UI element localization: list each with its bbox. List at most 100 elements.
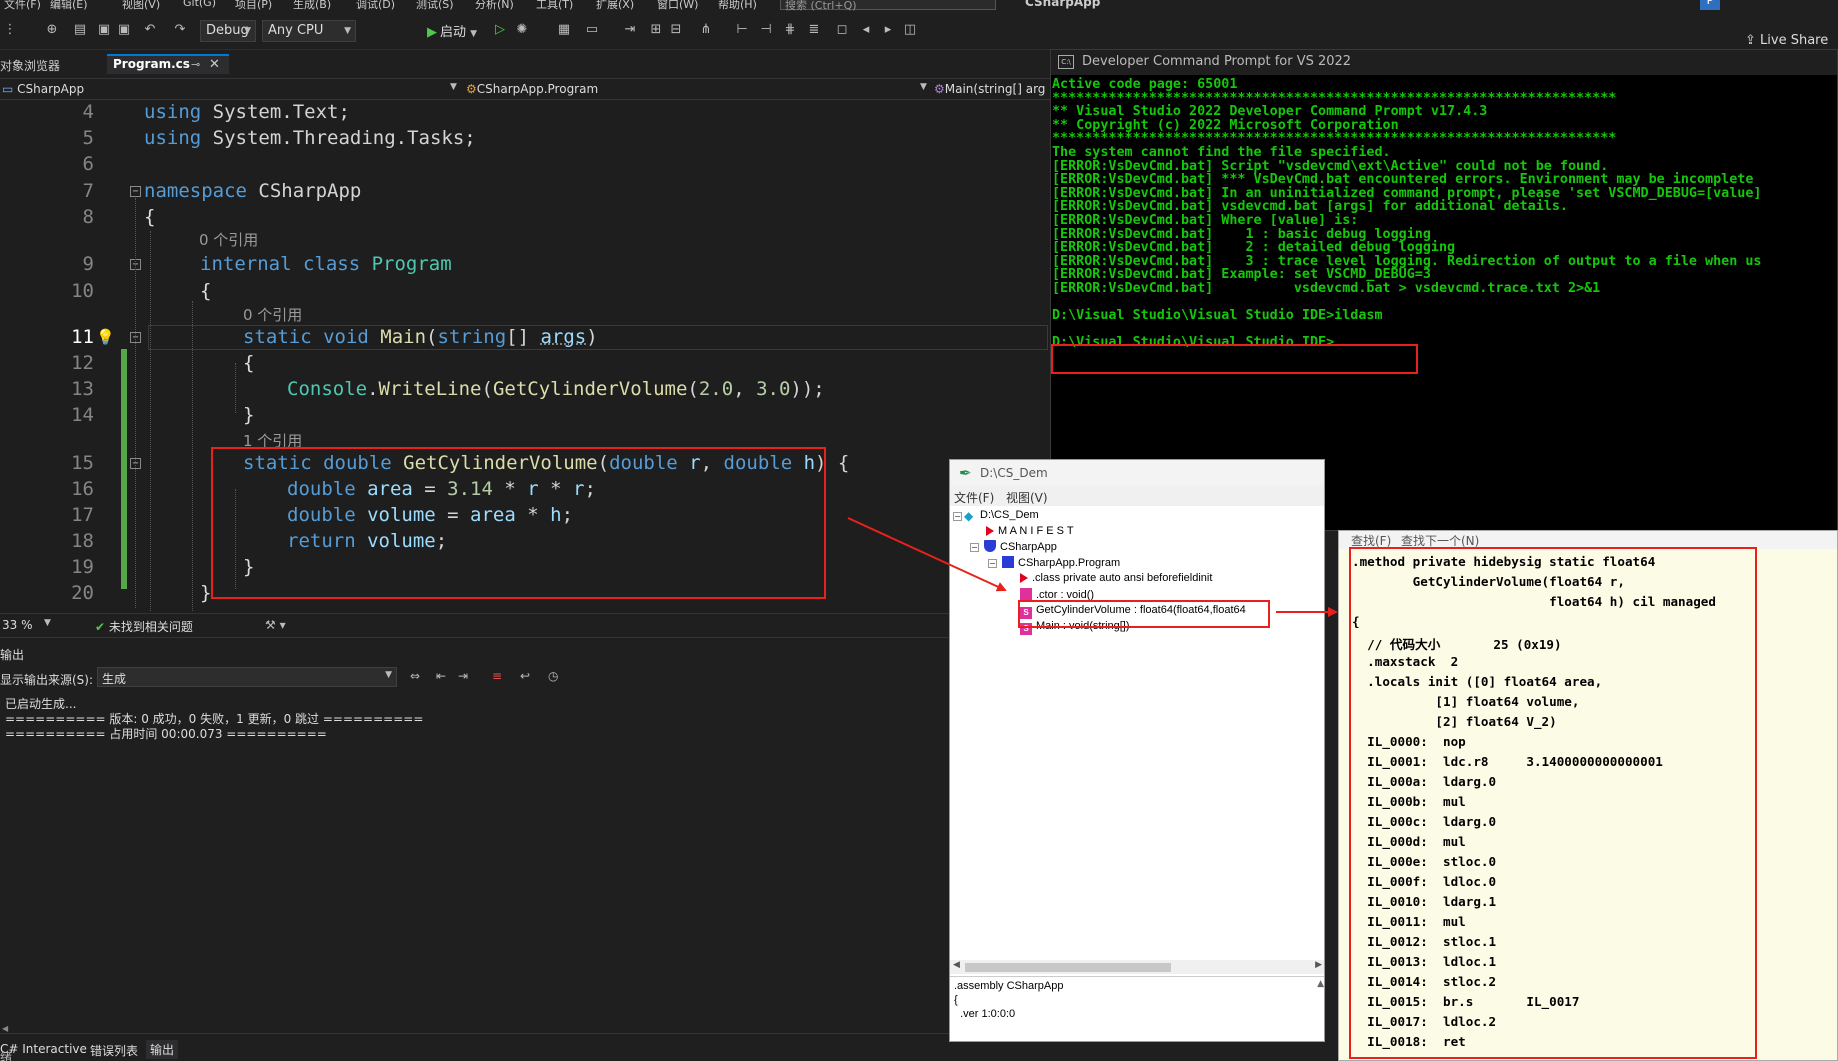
ildasm-info-pane[interactable]: .assembly CSharpApp { .ver 1:0:0:0 ▲ [950,976,1324,1041]
tab-object-browser[interactable]: 对象浏览器 [0,57,60,74]
tab-output[interactable]: 输出 [146,1040,179,1059]
find-message-icon[interactable]: ⇔ [410,669,420,683]
issues-indicator[interactable]: ✔ 未找到相关问题 [95,618,193,635]
menu-git[interactable]: Git(G) [183,0,216,9]
ildasm-tree-view[interactable]: − ◆ D:\CS_Dem M A N I F E S T − CSharpApp… [950,506,1324,960]
menu-debug[interactable]: 调试(D) [356,0,395,12]
menu-analyze[interactable]: 分析(N) [475,0,514,12]
bookmark-prev-icon[interactable]: ◂ [858,22,874,38]
new-project-icon[interactable]: ⊕ [44,22,60,38]
menu-project[interactable]: 项目(P) [235,0,272,12]
redo-icon[interactable]: ↷ [172,22,188,38]
chevron-down-icon: ▼ [450,82,457,92]
lightbulb-icon[interactable]: 💡 [96,328,115,346]
menu-help[interactable]: 帮助(H) [718,0,757,12]
ildasm-horizontal-scrollbar[interactable]: ◀ ▶ [950,960,1324,974]
menu-build[interactable]: 生成(B) [293,0,331,12]
browser-link-icon[interactable]: ▦ [556,22,572,38]
project-dropdown[interactable]: ▭ CSharpApp [2,82,84,96]
menu-tools[interactable]: 工具(T) [536,0,573,12]
indent-guide [150,231,151,611]
zoom-level[interactable]: 33 % [2,618,33,632]
bookmark-clear-icon[interactable]: ◫ [902,22,918,38]
tree-item-manifest[interactable]: M A N I F E S T [986,525,1074,537]
tree-collapse-toggle[interactable]: − [953,512,962,521]
ildasm-menu-file[interactable]: 文件(F) [954,489,994,506]
diagram2-icon[interactable]: ⊟ [668,22,684,38]
indent-icon[interactable]: ⊣ [758,22,774,38]
diagram-icon[interactable]: ⊞ [648,22,664,38]
tree-item-root[interactable]: ◆ D:\CS_Dem [964,509,1039,523]
member-dropdown[interactable]: ⚙Main(string[] arg [934,82,1045,96]
code-line-5: using System.Threading.Tasks; [144,127,476,149]
bookmark-icon[interactable]: ◻ [834,22,850,38]
output-source-dropdown[interactable]: 生成 ▼ [97,667,397,687]
tree-item-namespace[interactable]: CSharpApp [984,540,1057,553]
platform-dropdown[interactable]: Any CPU ▼ [262,20,356,42]
line-number: 10 [71,280,94,302]
menu-test[interactable]: 测试(S) [416,0,454,12]
menu-window[interactable]: 窗口(W) [657,0,698,12]
outdent-icon[interactable]: ≣ [806,22,822,38]
ildasm-window[interactable]: ✒ D:\CS_Dem 文件(F) 视图(V) − ◆ D:\CS_Dem M A… [949,459,1325,1042]
manifest-icon [986,526,994,536]
chevron-down-icon: ▼ [385,670,392,680]
menu-extensions[interactable]: 扩展(X) [596,0,634,12]
il-disassembly-window[interactable]: 查找(F) 查找下一个(N) .method private hidebysig… [1338,530,1838,1061]
scroll-up-icon[interactable]: ▲ [1317,979,1324,989]
ildasm-menu-view[interactable]: 视图(V) [1006,489,1048,506]
tree-item-class-decl[interactable]: .class private auto ansi beforefieldinit [1020,572,1212,584]
start-without-debugging-icon[interactable]: ▷ [492,22,508,38]
tab-program-cs[interactable]: Program.cs ⊸ ✕ [107,54,229,74]
tree-collapse-toggle[interactable]: − [970,543,979,552]
close-icon[interactable]: ✕ [209,57,220,72]
fold-toggle[interactable]: − [130,186,141,197]
uncomment-icon[interactable]: ⋕ [782,22,798,38]
tab-csharp-interactive[interactable]: C# Interactive [0,1042,87,1056]
output-panel: 输出 显示输出来源(S): 生成 ▼ ⇔ ⇤ ⇥ ≡ ↩ ◷ 已启动生成... =… [0,637,960,1032]
reference-count[interactable]: 0 个引用 [199,229,258,250]
menu-bar: 文件(F) 编辑(E) 视图(V) Git(G) 项目(P) 生成(B) 调试(… [0,0,1838,12]
scroll-thumb[interactable] [965,963,1171,972]
class-dropdown[interactable]: ⚙CSharpApp.Program [466,82,598,96]
clear-all-icon[interactable]: ≡ [492,669,502,683]
pin-icon[interactable]: ⊸ [191,58,200,71]
scroll-left-icon[interactable]: ◀ [2,1024,8,1033]
cmd-title-bar[interactable]: C:\ Developer Command Prompt for VS 2022 [1051,50,1837,75]
next-message-icon[interactable]: ⇥ [458,669,468,683]
open-folder-icon[interactable]: ▤ [72,22,88,38]
scroll-right-icon[interactable]: ▶ [1315,960,1322,970]
output-line: ========== 占用时间 00:00.073 ========== [5,727,327,741]
tree-item-class[interactable]: CSharpApp.Program [1002,556,1120,569]
start-button[interactable]: ▶ 启动 ▼ [427,21,477,40]
tree-collapse-toggle[interactable]: − [988,559,997,568]
tab-error-list[interactable]: 错误列表 [90,1042,138,1059]
code-editor[interactable]: 4 5 6 7 8 9 10 11 12 13 14 15 16 17 18 1… [0,101,1050,613]
undo-icon[interactable]: ↶ [142,22,158,38]
ildasm-title-bar[interactable]: ✒ D:\CS_Dem [950,460,1324,486]
save-all-icon[interactable]: ▣ [116,22,132,38]
scroll-left-icon[interactable]: ◀ [953,960,960,970]
comment-icon[interactable]: ⋔ [698,22,714,38]
menu-edit[interactable]: 编辑(E) [50,0,88,12]
step-icon[interactable]: ⇥ [622,22,638,38]
menu-file[interactable]: 文件(F) [4,0,41,12]
format-icon[interactable]: ⊢ [734,22,750,38]
word-wrap-icon[interactable]: ↩ [520,669,530,683]
clock-icon[interactable]: ◷ [548,669,558,683]
chevron-down-icon[interactable]: ▼ [44,618,51,628]
menu-view[interactable]: 视图(V) [122,0,160,12]
save-icon[interactable]: ▣ [96,22,112,38]
chevron-down-icon: ▼ [344,26,351,36]
layout-icon[interactable]: ▭ [584,22,600,38]
live-share-button[interactable]: ⇪ Live Share [1745,33,1828,48]
bookmark-next-icon[interactable]: ▸ [880,22,896,38]
configuration-dropdown[interactable]: Debug ▼ [200,20,256,42]
prev-message-icon[interactable]: ⇤ [436,669,446,683]
search-box[interactable]: 搜索 (Ctrl+Q) [780,0,996,12]
reference-count[interactable]: 0 个引用 [243,304,302,325]
hot-reload-icon[interactable]: ✺ [514,22,530,38]
avatar[interactable]: P [1700,0,1720,10]
cleanup-icon[interactable]: ⚒ ▾ [265,618,286,632]
namespace-icon [984,540,996,552]
